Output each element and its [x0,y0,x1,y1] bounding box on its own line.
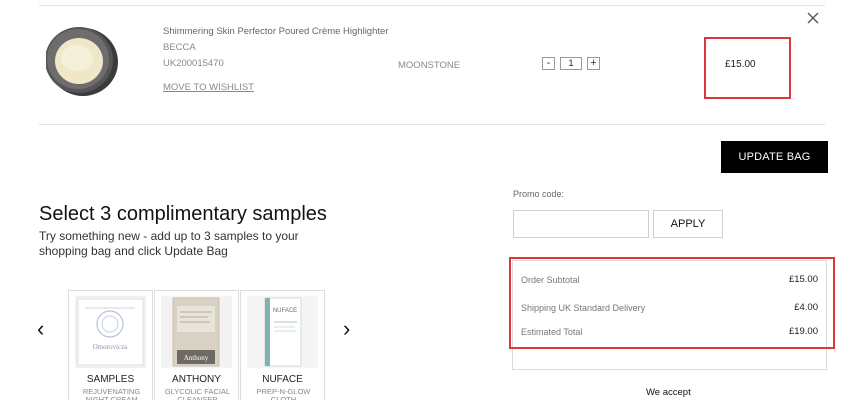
sample-description: PREP-N-GLOW CLOTH [256,387,311,400]
sample-card-nuface[interactable]: NUFACE NUFACE PREP-N-GLOW CLOTH [240,290,325,400]
estimated-total-label: Estimated Total [521,327,583,337]
sample-card-anthony[interactable]: Anthony ANTHONY GLYCOLIC FACIAL CLEANSER [154,290,239,400]
estimated-total-value: £19.00 [788,326,818,337]
samples-description: Try something new - add up to 3 samples … [39,229,299,258]
update-bag-button[interactable]: UPDATE BAG [721,141,828,173]
we-accept-label: We accept [646,387,691,398]
sample-description: GLYCOLIC FACIAL CLEANSER [164,387,231,400]
sample-packaging-nuface: NUFACE [273,308,297,314]
sample-name: NUFACE [262,374,303,385]
quantity-decrease-button[interactable]: - [542,57,555,70]
remove-item-close-icon[interactable] [806,11,820,25]
samples-heading: Select 3 complimentary samples [39,203,327,225]
product-price: £15.00 [725,59,756,70]
quantity-input[interactable]: 1 [560,57,582,70]
product-image [46,27,118,96]
top-divider [39,5,825,6]
quantity-increase-button[interactable]: + [587,57,600,70]
product-sku: UK200015470 [163,58,224,69]
sample-image-anthony: Anthony [161,296,232,368]
product-shade: MOONSTONE [398,60,461,71]
subtotal-value: £15.00 [788,274,818,285]
product-divider [39,124,825,125]
subtotal-label: Order Subtotal [521,275,580,285]
sample-card-samples[interactable]: Omorovicza SAMPLES REJUVENATING NIGHT CR… [68,290,153,400]
move-to-wishlist-link[interactable]: MOVE TO WISHLIST [163,82,254,93]
sample-description: REJUVENATING NIGHT CREAM [82,387,141,400]
apply-promo-button[interactable]: APPLY [653,210,723,238]
sample-image-omorovicza: Omorovicza [75,296,146,368]
shipping-label: Shipping UK Standard Delivery [521,303,646,313]
samples-prev-chevron-icon[interactable]: ‹ [37,316,44,342]
promo-code-input[interactable] [513,210,649,238]
samples-next-chevron-icon[interactable]: › [343,316,350,342]
shipping-value: £4.00 [794,302,818,313]
promo-code-label: Promo code: [513,189,565,199]
sample-name: SAMPLES [86,374,135,385]
sample-name: ANTHONY [172,374,221,385]
sample-packaging-anthony: Anthony [184,354,209,362]
product-title[interactable]: Shimmering Skin Perfector Poured Crème H… [163,26,388,37]
sample-image-nuface: NUFACE [247,296,318,368]
sample-packaging-omorovicza: Omorovicza [93,343,128,351]
product-brand: BECCA [163,42,196,53]
